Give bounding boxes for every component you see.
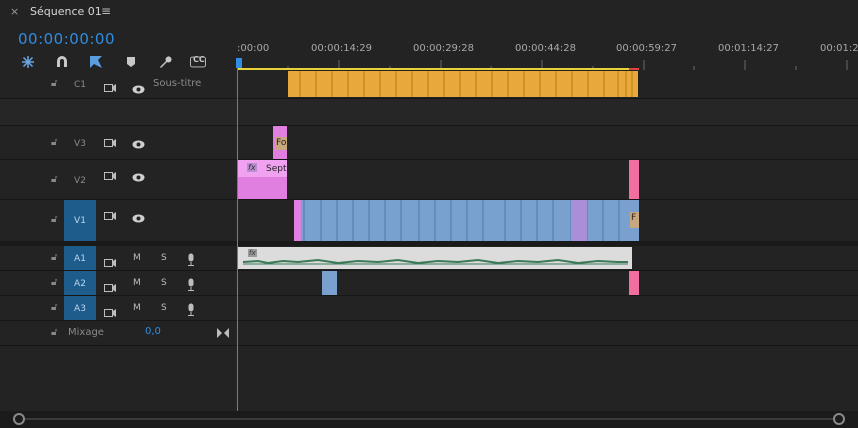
divider xyxy=(0,159,858,160)
eye-icon[interactable] xyxy=(132,208,145,227)
lock-icon[interactable]: 🔓︎ xyxy=(51,327,57,338)
marker-icon[interactable] xyxy=(123,54,139,70)
mute-button[interactable]: M xyxy=(133,303,141,313)
v3-clip[interactable]: Fo xyxy=(273,126,287,159)
eye-icon[interactable] xyxy=(132,79,145,98)
v2-transition[interactable] xyxy=(629,160,639,199)
track-label-v2[interactable]: V2 xyxy=(64,176,96,186)
lock-icon[interactable]: 🔓︎ xyxy=(51,137,57,148)
lock-icon[interactable]: 🔓︎ xyxy=(51,277,57,288)
scroll-track[interactable] xyxy=(25,418,833,420)
linked-selection-icon[interactable] xyxy=(88,54,104,70)
camera-icon[interactable] xyxy=(104,78,116,97)
captions-label: CC xyxy=(193,55,205,64)
microphone-icon[interactable] xyxy=(187,301,195,320)
ruler-tick-6: 00:01:29 xyxy=(820,43,858,54)
track-label-a2[interactable]: A2 xyxy=(64,279,96,289)
v2-clip-label: Sept xyxy=(266,164,287,174)
lock-icon[interactable]: 🔓︎ xyxy=(51,78,57,89)
camera-icon[interactable] xyxy=(104,166,116,185)
lock-icon[interactable]: 🔓︎ xyxy=(51,252,57,263)
wrench-icon[interactable] xyxy=(157,54,173,70)
ruler-tick-3: 00:00:44:28 xyxy=(515,43,577,54)
divider xyxy=(0,295,858,296)
video-audio-divider[interactable] xyxy=(0,241,858,246)
camera-icon[interactable] xyxy=(104,133,116,152)
v1-end-label: F xyxy=(631,213,637,223)
playhead-timecode[interactable]: 00:00:00:00 xyxy=(18,30,115,48)
divider xyxy=(0,125,858,126)
microphone-icon[interactable] xyxy=(187,251,195,270)
ruler-tick-5: 00:01:14:27 xyxy=(718,43,780,54)
mute-button[interactable]: M xyxy=(133,253,141,263)
divider xyxy=(0,320,858,321)
captions-icon[interactable]: CC xyxy=(190,54,206,70)
lock-icon[interactable]: 🔓︎ xyxy=(51,302,57,313)
lock-icon[interactable]: 🔓︎ xyxy=(51,214,57,225)
fx-badge: fx xyxy=(247,163,257,172)
magnet-icon[interactable] xyxy=(54,54,70,70)
ruler-tick-1: 00:00:14:29 xyxy=(311,43,373,54)
close-tab-icon[interactable]: × xyxy=(10,5,19,18)
scroll-end-handle[interactable] xyxy=(833,413,845,425)
track-gap xyxy=(0,99,858,125)
ruler-tick-4: 00:00:59:27 xyxy=(616,43,678,54)
eye-icon[interactable] xyxy=(132,134,145,153)
v1-clip[interactable] xyxy=(301,200,629,241)
snap-icon[interactable] xyxy=(20,54,36,70)
playhead-line xyxy=(237,58,238,411)
divider xyxy=(0,270,858,271)
camera-icon[interactable] xyxy=(104,206,116,225)
solo-button[interactable]: S xyxy=(161,253,167,263)
track-label-a1[interactable]: A1 xyxy=(64,254,96,264)
track-label-v1[interactable]: V1 xyxy=(64,216,96,226)
mix-volume-value[interactable]: 0,0 xyxy=(145,326,161,337)
mix-label: Mixage xyxy=(68,327,104,338)
track-label-c1[interactable]: C1 xyxy=(64,80,96,90)
solo-button[interactable]: S xyxy=(161,303,167,313)
sequence-tab-title[interactable]: Séquence 01 xyxy=(30,5,102,18)
track-name-c1: Sous-titre xyxy=(153,78,202,89)
divider xyxy=(0,345,858,346)
eye-icon[interactable] xyxy=(132,167,145,186)
a2-transition[interactable] xyxy=(629,271,639,295)
track-label-a3[interactable]: A3 xyxy=(64,304,96,314)
lock-icon[interactable]: 🔓︎ xyxy=(51,174,57,185)
scroll-start-handle[interactable] xyxy=(13,413,25,425)
track-label-v3[interactable]: V3 xyxy=(64,139,96,149)
v1-clip[interactable] xyxy=(294,200,301,241)
solo-button[interactable]: S xyxy=(161,278,167,288)
a1-audio-clip[interactable]: fx xyxy=(238,247,632,269)
ruler-tick-0: :00:00 xyxy=(237,43,270,54)
a2-clip[interactable] xyxy=(322,271,337,295)
caption-clip[interactable] xyxy=(288,71,638,97)
ruler-tick-2: 00:00:29:28 xyxy=(413,43,475,54)
v2-clip[interactable]: fx Sept xyxy=(238,160,287,199)
microphone-icon[interactable] xyxy=(187,276,195,295)
v1-end-clip[interactable]: F xyxy=(629,200,639,241)
go-to-edit-icon[interactable] xyxy=(217,323,229,342)
mute-button[interactable]: M xyxy=(133,278,141,288)
panel-menu-icon[interactable]: ≡ xyxy=(101,4,111,18)
v3-clip-label: Fo xyxy=(276,138,287,148)
